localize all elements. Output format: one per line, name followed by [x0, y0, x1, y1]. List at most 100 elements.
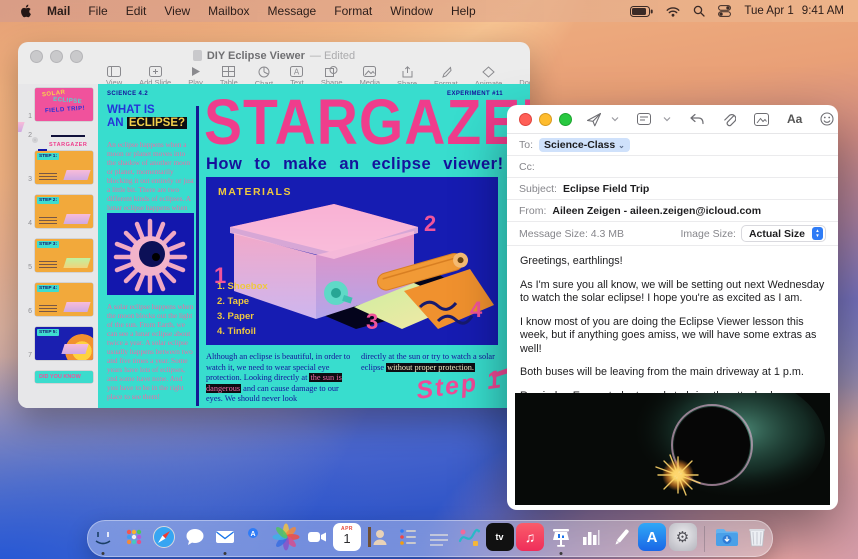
dock-reminders[interactable] — [394, 523, 422, 554]
eclipse-highlight: ECLIPSE? — [127, 117, 187, 129]
send-button[interactable] — [586, 112, 602, 127]
reply-indent-icon[interactable] — [689, 113, 704, 125]
menu-message[interactable]: Message — [268, 4, 317, 18]
dock-launchpad[interactable] — [120, 523, 148, 554]
svg-text:A: A — [294, 67, 300, 76]
menu-view[interactable]: View — [164, 4, 190, 18]
dock-safari[interactable] — [150, 523, 178, 554]
materials-list: 1. Shoebox 2. Tape 3. Paper 4. Tinfoil — [217, 279, 268, 339]
menu-time: 9:41 AM — [802, 5, 844, 17]
keynote-window-title: DIY Eclipse Viewer — [207, 50, 305, 62]
apple-menu-icon[interactable] — [20, 4, 33, 18]
edited-label: — Edited — [310, 50, 355, 62]
body-paragraph: Greetings, earthlings! — [520, 255, 825, 269]
slide-title: STARGAZER — [204, 86, 530, 160]
menu-mailbox[interactable]: Mailbox — [208, 4, 249, 18]
slide-thumbnail-7[interactable]: 7 STEP 5: — [18, 327, 98, 360]
slide-canvas[interactable]: SCIENCE 4.2 EXPERIMENT #11 WHAT IS AN EC… — [98, 84, 530, 408]
document-proxy-icon[interactable] — [193, 50, 202, 61]
body-paragraph: I know most of you are doing the Eclipse… — [520, 316, 825, 357]
body-paragraph: Both buses will be leaving from the main… — [520, 366, 825, 380]
slide-thumbnail-1[interactable]: 1 SOLAR ECLIPSE FIELD TRIP! — [18, 88, 98, 121]
to-recipient-token[interactable]: Science-Class ⌄ — [539, 138, 630, 152]
menu-window[interactable]: Window — [390, 4, 433, 18]
from-value: Aileen Zeigen - aileen.zeigen@icloud.com — [552, 205, 761, 217]
dock-facetime[interactable] — [303, 523, 331, 554]
header-options-chevron[interactable] — [663, 116, 671, 122]
zoom-button[interactable] — [70, 50, 83, 63]
dock-appstore[interactable]: A — [638, 523, 666, 554]
materials-panel: MATERIALS 1 2 3 4 1. Shoebox 2. Tape 3. … — [206, 177, 498, 345]
image-size-select[interactable]: Actual Size ▲▼ — [741, 225, 826, 242]
header-fields-button[interactable] — [637, 113, 654, 126]
material-number-3: 3 — [366, 309, 378, 335]
dock-numbers[interactable] — [577, 523, 605, 554]
dock-settings[interactable]: ⚙ — [669, 523, 697, 554]
menu-clock[interactable]: Tue Apr 1 9:41 AM — [744, 5, 844, 17]
wifi-icon[interactable] — [666, 6, 680, 17]
caution-text-column-1: Although an eclipse is beautiful, in ord… — [206, 352, 356, 405]
dock-messages[interactable] — [181, 523, 209, 554]
keynote-traffic-lights[interactable] — [30, 50, 83, 63]
insert-photo-button[interactable] — [754, 113, 769, 126]
send-options-chevron[interactable] — [611, 116, 619, 122]
size-row: Message Size: 4.3 MB Image Size: Actual … — [507, 222, 838, 246]
eclipse-photo-attachment[interactable] — [515, 393, 830, 505]
menu-app-name[interactable]: Mail — [47, 4, 70, 18]
stepper-icon: ▲▼ — [812, 227, 823, 240]
menu-edit[interactable]: Edit — [126, 4, 147, 18]
zoom-button[interactable] — [559, 113, 572, 126]
dock-notes[interactable] — [425, 523, 453, 554]
running-indicator — [102, 552, 105, 555]
dock-calendar[interactable]: APR1 — [333, 523, 361, 554]
music-note-icon: ♫ — [525, 529, 536, 545]
slide-thumbnail-3[interactable]: 3 STEP 1: — [18, 151, 98, 184]
search-icon[interactable] — [693, 5, 705, 17]
slide-thumbnail-4[interactable]: 4 STEP 2: — [18, 195, 98, 228]
dock-freeform[interactable] — [455, 523, 483, 554]
close-button[interactable] — [30, 50, 43, 63]
menu-file[interactable]: File — [88, 4, 107, 18]
science-label: SCIENCE 4.2 — [107, 91, 148, 97]
menu-bar: Mail File Edit View Mailbox Message Form… — [0, 0, 858, 22]
format-button[interactable]: Aa — [787, 112, 802, 126]
subject-field[interactable]: Subject: Eclipse Field Trip — [507, 178, 838, 200]
minimize-button[interactable] — [50, 50, 63, 63]
keynote-titlebar[interactable]: DIY Eclipse Viewer — Edited — [18, 42, 530, 64]
message-size-value: 4.3 MB — [591, 228, 624, 240]
menu-help[interactable]: Help — [451, 4, 476, 18]
cc-field[interactable]: Cc: — [507, 156, 838, 178]
slide-thumbnail-2-selected[interactable]: 2 STARGAZER — [18, 132, 98, 140]
dock-maps[interactable]: A — [242, 523, 270, 554]
dock-contacts[interactable] — [364, 523, 392, 554]
running-indicator — [559, 552, 562, 555]
slide-thumbnail-5[interactable]: 5 STEP 3: — [18, 239, 98, 272]
mail-toolbar[interactable]: Aa — [507, 105, 838, 134]
dock-appletv[interactable]: tv — [486, 523, 514, 554]
minimize-button[interactable] — [539, 113, 552, 126]
dock-downloads[interactable] — [713, 523, 741, 554]
dock-keynote[interactable] — [547, 523, 575, 554]
body-paragraph: As I'm sure you all know, we will be set… — [520, 279, 825, 306]
column-divider — [196, 106, 199, 406]
dock-trash[interactable] — [743, 523, 771, 554]
material-number-4: 4 — [470, 297, 482, 323]
close-button[interactable] — [519, 113, 532, 126]
dock-music[interactable]: ♫ — [516, 523, 544, 554]
dock-finder[interactable] — [89, 523, 117, 554]
slide-thumbnail-6[interactable]: 6 STEP 4: — [18, 283, 98, 316]
to-field[interactable]: To: Science-Class ⌄ — [507, 134, 838, 156]
attach-button[interactable] — [722, 112, 736, 127]
dock-pages[interactable] — [608, 523, 636, 554]
dock-mail[interactable] — [211, 523, 239, 554]
dock-photos[interactable] — [272, 523, 300, 554]
menu-format[interactable]: Format — [334, 4, 372, 18]
from-field[interactable]: From: Aileen Zeigen - aileen.zeigen@iclo… — [507, 200, 838, 222]
battery-icon[interactable] — [630, 6, 653, 17]
eclipse-paragraph-2: A solar eclipse happens when the moon bl… — [107, 302, 194, 401]
control-center-icon[interactable] — [718, 5, 731, 17]
calendar-day: 1 — [343, 532, 350, 545]
slide-thumbnail-8[interactable]: DID YOU KNOW — [18, 371, 98, 383]
emoji-button[interactable] — [820, 112, 834, 126]
slide-subtitle: How to make an eclipse viewer! — [206, 155, 504, 174]
